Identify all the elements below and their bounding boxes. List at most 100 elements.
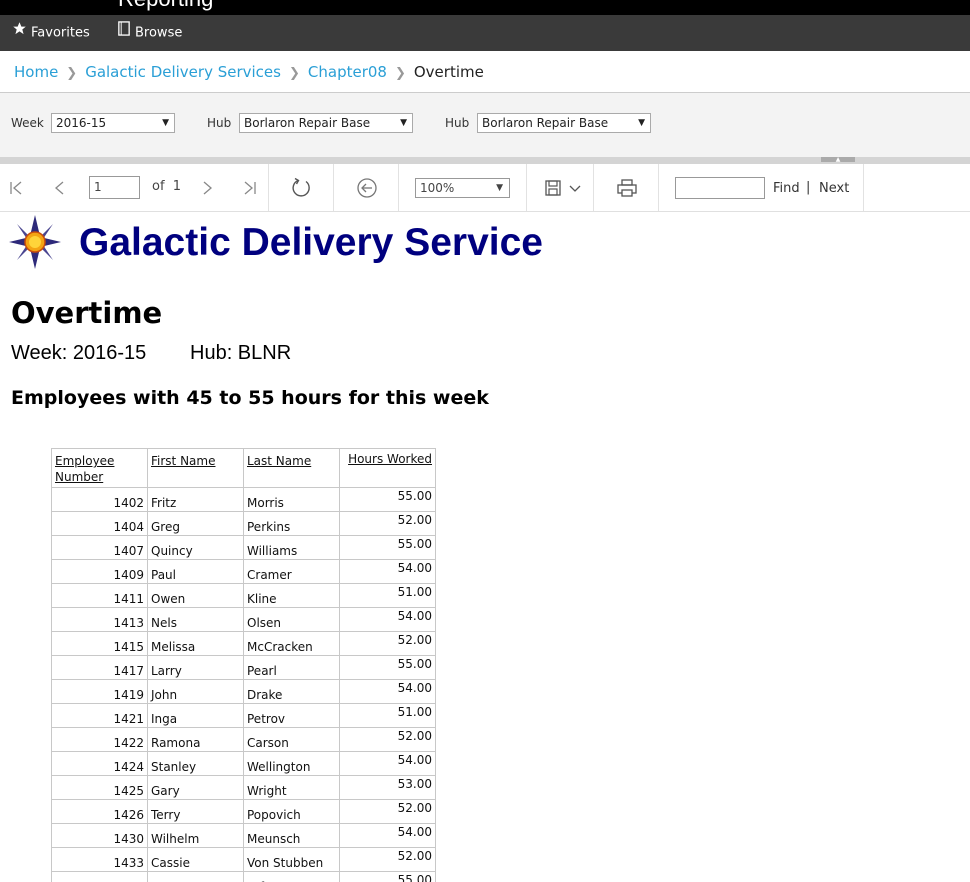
first-name-cell: Ramona — [147, 727, 244, 752]
last-name-cell: Von Stubben — [243, 847, 340, 872]
employee-number-cell: 1421 — [51, 703, 148, 728]
favorites-button[interactable]: Favorites — [12, 15, 90, 51]
column-header-hours-worked[interactable]: Hours Worked — [339, 448, 436, 488]
breadcrumb-home[interactable]: Home — [14, 63, 58, 81]
hub-select-2[interactable]: Borlaron Repair Base ▼ — [477, 113, 651, 133]
last-name-cell: Morris — [243, 487, 340, 512]
first-name-cell: Terry — [147, 799, 244, 824]
total-pages: 1 — [172, 179, 182, 194]
table-row: 1413 Nels Olsen 54.00 — [51, 607, 436, 632]
dropdown-arrow-icon: ▼ — [400, 118, 407, 128]
last-name-cell: Olsen — [243, 607, 340, 632]
refresh-icon[interactable] — [286, 164, 316, 212]
last-name-cell: Wright — [243, 775, 340, 800]
table-row: 1425 Gary Wright 53.00 — [51, 775, 436, 800]
column-header-last-name[interactable]: Last Name — [243, 448, 340, 488]
browse-label: Browse — [135, 25, 183, 41]
dropdown-arrow-icon: ▼ — [496, 183, 503, 193]
last-name-cell: Perkins — [243, 511, 340, 536]
table-row: 1422 Ramona Carson 52.00 — [51, 727, 436, 752]
page-number-input[interactable]: 1 — [89, 176, 140, 199]
toolbar-divider — [333, 164, 334, 211]
app-title: Reporting — [118, 0, 213, 12]
hours-worked-cell: 53.00 — [339, 775, 436, 800]
report-body: Galactic Delivery Service Overtime Week:… — [0, 212, 970, 882]
hours-worked-cell: 52.00 — [339, 847, 436, 872]
toolbar-divider — [863, 164, 864, 211]
favorites-label: Favorites — [31, 25, 90, 41]
table-row: 1415 Melissa McCracken 52.00 — [51, 631, 436, 656]
table-row: 1424 Stanley Wellington 54.00 — [51, 751, 436, 776]
last-name-cell: Carson — [243, 727, 340, 752]
hours-worked-cell: 54.00 — [339, 559, 436, 584]
employee-number-cell: 1426 — [51, 799, 148, 824]
last-page-icon[interactable] — [238, 164, 262, 212]
hours-worked-cell: 55.00 — [339, 535, 436, 560]
first-name-cell: Owen — [147, 583, 244, 608]
dropdown-arrow-icon: ▼ — [162, 118, 169, 128]
chevron-down-icon — [569, 185, 581, 192]
employee-number-cell: 1425 — [51, 775, 148, 800]
of-label: of — [152, 179, 165, 194]
last-name-cell: Pearl — [243, 655, 340, 680]
table-row: 1417 Larry Pearl 55.00 — [51, 655, 436, 680]
table-row: 1430 Wilhelm Meunsch 54.00 — [51, 823, 436, 848]
hours-worked-cell: 52.00 — [339, 511, 436, 536]
previous-page-icon[interactable] — [48, 164, 72, 212]
hub-select-value: Borlaron Repair Base — [244, 116, 371, 130]
find-link[interactable]: Find — [773, 181, 800, 196]
hub-select[interactable]: Borlaron Repair Base ▼ — [239, 113, 413, 133]
toolbar-divider — [268, 164, 269, 211]
first-name-cell: Melissa — [147, 631, 244, 656]
first-name-cell: Fritz — [147, 487, 244, 512]
first-page-icon[interactable] — [4, 164, 28, 212]
first-name-cell: Gary — [147, 775, 244, 800]
hub-label-2: Hub — [445, 116, 470, 130]
hours-worked-cell: 54.00 — [339, 679, 436, 704]
last-name-cell: Popovich — [243, 799, 340, 824]
hub-select-2-value: Borlaron Repair Base — [482, 116, 609, 130]
next-page-icon[interactable] — [195, 164, 219, 212]
find-input[interactable] — [675, 177, 765, 199]
last-name-cell: Drake — [243, 679, 340, 704]
breadcrumb-current: Overtime — [413, 63, 484, 81]
column-header-employee-number[interactable]: Employee Number — [51, 448, 148, 488]
hours-worked-cell: 55.00 — [339, 655, 436, 680]
save-button[interactable] — [540, 164, 586, 212]
breadcrumb-galactic-delivery-services[interactable]: Galactic Delivery Services — [85, 63, 281, 81]
hub-label: Hub — [207, 116, 232, 130]
breadcrumb-chapter08[interactable]: Chapter08 — [308, 63, 387, 81]
report-toolbar: 1 of 1 100% ▼ Find | Next — [0, 164, 970, 212]
chevron-right-icon: ❯ — [394, 66, 406, 81]
report-title: Overtime — [11, 296, 163, 330]
hours-worked-cell: 51.00 — [339, 583, 436, 608]
employee-number-cell: 1422 — [51, 727, 148, 752]
employee-number-cell: 1417 — [51, 655, 148, 680]
zoom-select[interactable]: 100% ▼ — [415, 178, 510, 198]
table-row: 1433 Cassie Von Stubben 52.00 — [51, 847, 436, 872]
navbar: Favorites Browse — [0, 15, 970, 51]
table-row: 1426 Terry Popovich 52.00 — [51, 799, 436, 824]
next-link[interactable]: Next — [819, 181, 849, 196]
hours-worked-cell: 55.00 — [339, 871, 436, 882]
toolbar-divider — [593, 164, 594, 211]
table-row: 1404 Greg Perkins 52.00 — [51, 511, 436, 536]
week-select-value: 2016-15 — [56, 116, 107, 130]
hours-worked-cell: 52.00 — [339, 727, 436, 752]
back-icon[interactable] — [352, 164, 382, 212]
employee-number-cell: 1409 — [51, 559, 148, 584]
column-header-first-name[interactable]: First Name — [147, 448, 244, 488]
last-name-cell: Wellington — [243, 751, 340, 776]
document-icon — [117, 15, 131, 51]
print-icon[interactable] — [612, 164, 642, 212]
parameters-panel: Week 2016-15 ▼ Hub Borlaron Repair Base … — [0, 93, 970, 157]
employee-number-cell: 1402 — [51, 487, 148, 512]
week-select[interactable]: 2016-15 ▼ — [51, 113, 175, 133]
chevron-right-icon: ❯ — [66, 66, 78, 81]
collapse-parameters-button[interactable]: ▲ — [821, 157, 855, 163]
find-separator: | — [806, 180, 811, 195]
first-name-cell: Wilhelm — [147, 823, 244, 848]
browse-button[interactable]: Browse — [117, 15, 182, 51]
section-heading: Employees with 45 to 55 hours for this w… — [11, 387, 489, 409]
table-row: 1409 Paul Cramer 54.00 — [51, 559, 436, 584]
